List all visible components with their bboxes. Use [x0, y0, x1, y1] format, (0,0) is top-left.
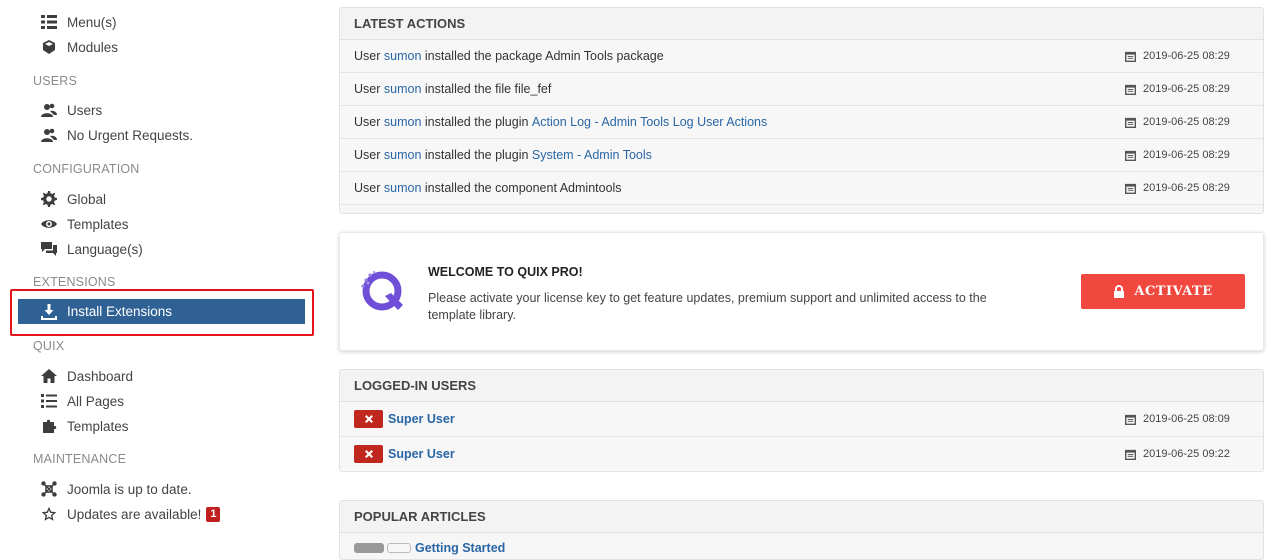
- sidebar: Menu(s) Modules USERS Users No Urgent Re…: [0, 0, 325, 547]
- sidebar-item-menus[interactable]: Menu(s): [40, 12, 117, 32]
- sidebar-item-label: Joomla is up to date.: [67, 481, 192, 497]
- timestamp: 2019-06-25 09:22: [1125, 448, 1230, 460]
- calendar-icon: [1125, 84, 1136, 95]
- download-icon: [40, 303, 58, 320]
- sidebar-item-urgent-requests[interactable]: No Urgent Requests.: [40, 125, 193, 145]
- calendar-icon: [1125, 183, 1136, 194]
- close-icon: [364, 450, 373, 458]
- sidebar-item-label: No Urgent Requests.: [67, 127, 194, 143]
- cube-icon: [40, 39, 58, 55]
- sidebar-item-label: Updates are available!: [67, 506, 202, 522]
- activate-button[interactable]: ACTIVATE: [1081, 274, 1245, 309]
- status-toggle[interactable]: [387, 543, 411, 553]
- star-icon: [40, 506, 58, 522]
- sidebar-item-modules[interactable]: Modules: [40, 37, 118, 57]
- extension-link[interactable]: Action Log - Admin Tools Log User Action…: [532, 115, 767, 129]
- user-link[interactable]: sumon: [384, 82, 422, 96]
- timestamp: 2019-06-25 08:09: [1125, 413, 1230, 425]
- calendar-icon: [1125, 414, 1136, 425]
- user-link[interactable]: sumon: [384, 115, 422, 129]
- panel-title: LOGGED-IN USERS: [340, 370, 1263, 402]
- logout-user-button[interactable]: [354, 410, 383, 428]
- action-row: User sumon installed the file file_fef 2…: [340, 73, 1263, 106]
- sidebar-item-templates-config[interactable]: Templates: [40, 214, 129, 234]
- sidebar-item-label: Language(s): [67, 241, 143, 257]
- sidebar-item-label: All Pages: [67, 393, 125, 409]
- sidebar-item-label: Global: [67, 191, 107, 207]
- timestamp: 2019-06-25 08:29: [1125, 149, 1230, 161]
- timestamp: 2019-06-25 08:29: [1125, 50, 1230, 62]
- quix-welcome-card: WELCOME TO QUIX PRO! Please activate you…: [339, 232, 1264, 351]
- sidebar-item-label: Install Extensions: [67, 304, 173, 319]
- joomla-icon: [40, 481, 58, 497]
- sidebar-item-install-extensions[interactable]: Install Extensions: [18, 299, 305, 324]
- sidebar-item-all-pages[interactable]: All Pages: [40, 391, 124, 411]
- quix-logo-icon: [361, 270, 403, 311]
- lock-icon: [1114, 285, 1125, 298]
- user-link[interactable]: Super User: [388, 447, 455, 461]
- eye-icon: [40, 216, 58, 232]
- sidebar-item-updates[interactable]: Updates are available! 1: [40, 504, 221, 524]
- calendar-icon: [1125, 150, 1136, 161]
- panel-title: LATEST ACTIONS: [340, 8, 1263, 40]
- sidebar-item-label: Users: [67, 102, 103, 118]
- section-heading-configuration: CONFIGURATION: [33, 162, 140, 176]
- puzzle-icon: [40, 418, 58, 434]
- sidebar-item-joomla-status[interactable]: Joomla is up to date.: [40, 479, 192, 499]
- logout-user-button[interactable]: [354, 445, 383, 463]
- timestamp: 2019-06-25 08:29: [1125, 83, 1230, 95]
- users-icon: [40, 102, 58, 118]
- list-icon: [40, 14, 58, 30]
- sidebar-item-users[interactable]: Users: [40, 100, 102, 120]
- extension-link[interactable]: System - Admin Tools: [532, 148, 652, 162]
- quix-description: Please activate your license key to get …: [428, 291, 987, 322]
- users-icon: [40, 127, 58, 143]
- timestamp: 2019-06-25 08:29: [1125, 116, 1230, 128]
- sidebar-item-label: Templates: [67, 216, 129, 232]
- sidebar-item-global[interactable]: Global: [40, 189, 106, 209]
- quix-title: WELCOME TO QUIX PRO!: [428, 265, 583, 279]
- action-row: User sumon installed the package Admin T…: [340, 40, 1263, 73]
- sidebar-item-languages[interactable]: Language(s): [40, 239, 143, 259]
- hits-badge: [354, 543, 384, 553]
- section-heading-quix: QUIX: [33, 339, 65, 353]
- user-link[interactable]: sumon: [384, 181, 422, 195]
- sidebar-item-label: Templates: [67, 418, 129, 434]
- list-icon: [40, 393, 58, 409]
- updates-count-badge: 1: [206, 506, 221, 522]
- gear-icon: [40, 191, 58, 207]
- timestamp: 2019-06-25 08:29: [1125, 182, 1230, 194]
- user-row: Super User 2019-06-25 08:09: [340, 402, 1263, 437]
- latest-actions-panel: LATEST ACTIONS User sumon installed the …: [339, 7, 1264, 214]
- article-row: Getting Started: [354, 541, 505, 555]
- sidebar-item-templates-quix[interactable]: Templates: [40, 416, 129, 436]
- user-row: Super User 2019-06-25 09:22: [340, 437, 1263, 472]
- sidebar-item-label: Modules: [67, 39, 119, 55]
- user-link[interactable]: sumon: [384, 49, 422, 63]
- logged-in-users-panel: LOGGED-IN USERS Super User 2019-06-25 08…: [339, 369, 1264, 472]
- section-heading-maintenance: MAINTENANCE: [33, 452, 127, 466]
- calendar-icon: [1125, 51, 1136, 62]
- sidebar-item-dashboard[interactable]: Dashboard: [40, 366, 133, 386]
- calendar-icon: [1125, 449, 1136, 460]
- close-icon: [364, 415, 373, 423]
- sidebar-item-label: Menu(s): [67, 14, 117, 30]
- calendar-icon: [1125, 117, 1136, 128]
- popular-articles-panel: POPULAR ARTICLES Getting Started: [339, 500, 1264, 560]
- user-link[interactable]: Super User: [388, 412, 455, 426]
- action-row: User sumon installed the plugin Action L…: [340, 106, 1263, 139]
- sidebar-item-label: Dashboard: [67, 368, 134, 384]
- section-heading-extensions: EXTENSIONS: [33, 275, 116, 289]
- action-row: User sumon installed the plugin System -…: [340, 139, 1263, 172]
- article-link[interactable]: Getting Started: [415, 541, 505, 555]
- comments-icon: [40, 241, 58, 257]
- action-row: User sumon installed the component Admin…: [340, 172, 1263, 205]
- section-heading-users: USERS: [33, 74, 78, 88]
- home-icon: [40, 368, 58, 384]
- user-link[interactable]: sumon: [384, 148, 422, 162]
- panel-title: POPULAR ARTICLES: [340, 501, 1263, 533]
